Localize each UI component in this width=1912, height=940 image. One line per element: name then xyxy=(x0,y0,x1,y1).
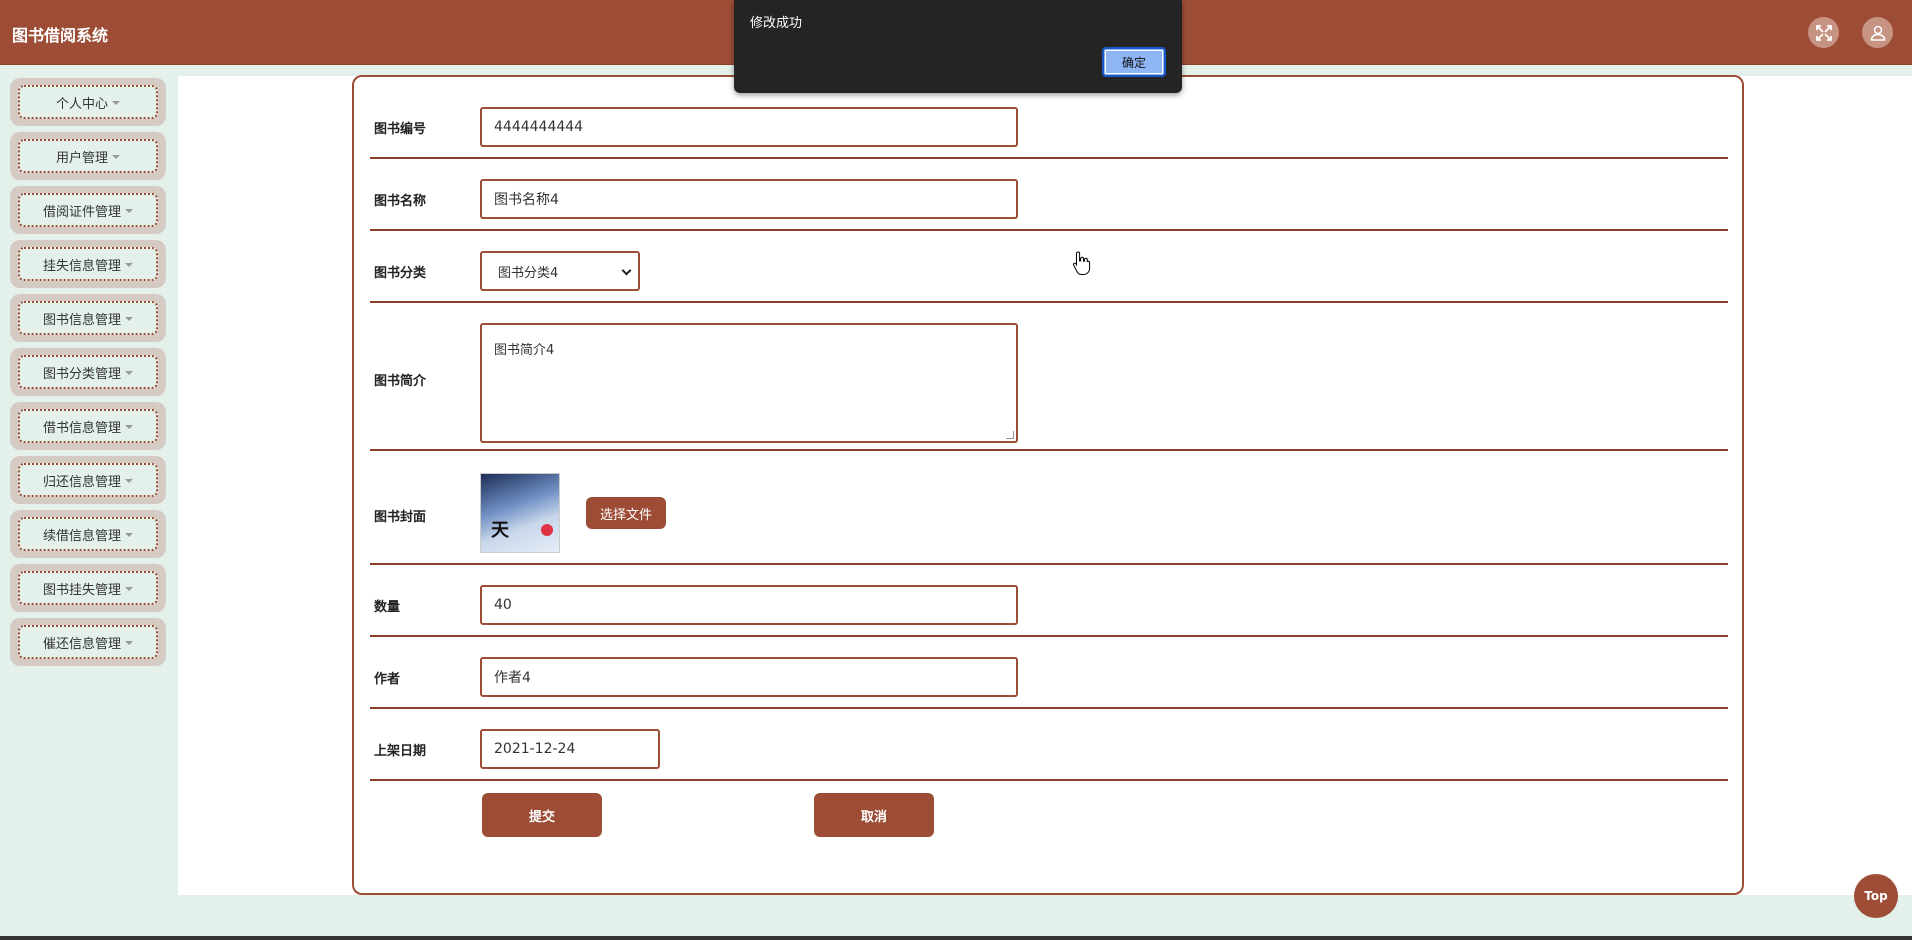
shelf-date-input[interactable]: 2021-12-24 xyxy=(480,729,660,769)
sidebar: 个人中心 用户管理 借阅证件管理 挂失信息管理 图书信息管理 图书分类管理 借书… xyxy=(0,65,175,940)
caret-down-icon xyxy=(112,154,120,159)
book-edit-form: 图书编号 4444444444 图书名称 图书名称4 图书分类 图书分类4 图书… xyxy=(352,75,1744,895)
app-title: 图书借阅系统 xyxy=(12,26,109,45)
caret-down-icon xyxy=(125,316,133,321)
sidebar-item-label: 归还信息管理 xyxy=(42,474,121,490)
form-row-quantity: 数量 40 xyxy=(370,567,1728,637)
book-category-select[interactable]: 图书分类4 xyxy=(480,251,640,291)
book-name-label: 图书名称 xyxy=(374,194,427,209)
shelf-date-value: 2021-12-24 xyxy=(494,741,576,757)
sidebar-item-borrow-info[interactable]: 借书信息管理 xyxy=(10,402,166,450)
sidebar-item-label: 催还信息管理 xyxy=(42,636,121,652)
quantity-value: 40 xyxy=(494,597,512,613)
book-number-label: 图书编号 xyxy=(374,122,427,137)
sidebar-item-label: 借书信息管理 xyxy=(42,420,121,436)
sidebar-item-book-category[interactable]: 图书分类管理 xyxy=(10,348,166,396)
book-cover-label: 图书封面 xyxy=(374,510,427,525)
submit-button[interactable]: 提交 xyxy=(482,793,602,837)
cover-title-text: 天 xyxy=(491,520,509,541)
book-number-value: 4444444444 xyxy=(494,119,584,135)
author-label: 作者 xyxy=(374,672,401,687)
form-row-book-category: 图书分类 图书分类4 xyxy=(370,233,1728,303)
cancel-button[interactable]: 取消 xyxy=(814,793,934,837)
resize-grip-icon[interactable] xyxy=(1006,431,1014,439)
author-input[interactable]: 作者4 xyxy=(480,657,1018,697)
window-bottom-edge xyxy=(0,936,1912,940)
sidebar-item-book-info[interactable]: 图书信息管理 xyxy=(10,294,166,342)
sidebar-item-reminder-info[interactable]: 催还信息管理 xyxy=(10,618,166,666)
sidebar-item-personal-center[interactable]: 个人中心 xyxy=(10,78,166,126)
sidebar-item-label: 图书分类管理 xyxy=(42,366,121,382)
book-name-value: 图书名称4 xyxy=(494,192,559,208)
sidebar-item-book-loss[interactable]: 图书挂失管理 xyxy=(10,564,166,612)
book-cover-image: 天 xyxy=(480,473,560,553)
alert-message: 修改成功 xyxy=(750,16,803,31)
fullscreen-button[interactable] xyxy=(1808,17,1839,48)
form-row-shelf-date: 上架日期 2021-12-24 xyxy=(370,711,1728,781)
choose-file-button[interactable]: 选择文件 xyxy=(586,497,666,529)
book-name-input[interactable]: 图书名称4 xyxy=(480,179,1018,219)
caret-down-icon xyxy=(125,262,133,267)
book-intro-value: 图书简介4 xyxy=(494,343,555,358)
sidebar-item-label: 图书挂失管理 xyxy=(42,582,121,598)
user-button[interactable] xyxy=(1862,17,1893,48)
book-category-label: 图书分类 xyxy=(374,266,427,281)
cover-badge xyxy=(541,524,553,536)
sidebar-item-label: 续借信息管理 xyxy=(42,528,121,544)
sidebar-item-user-management[interactable]: 用户管理 xyxy=(10,132,166,180)
sidebar-item-label: 用户管理 xyxy=(55,150,108,166)
caret-down-icon xyxy=(125,532,133,537)
caret-down-icon xyxy=(112,100,120,105)
caret-down-icon xyxy=(125,370,133,375)
fullscreen-icon xyxy=(1815,24,1832,41)
book-number-input[interactable]: 4444444444 xyxy=(480,107,1018,147)
sidebar-item-label: 借阅证件管理 xyxy=(42,204,121,220)
book-intro-textarea[interactable]: 图书简介4 xyxy=(480,323,1018,443)
quantity-label: 数量 xyxy=(374,600,401,615)
caret-down-icon xyxy=(125,478,133,483)
caret-down-icon xyxy=(125,586,133,591)
shelf-date-label: 上架日期 xyxy=(374,744,427,759)
alert-dialog: 修改成功 确定 xyxy=(734,0,1182,93)
author-value: 作者4 xyxy=(494,670,531,686)
user-icon xyxy=(1870,25,1885,41)
sidebar-item-return-info[interactable]: 归还信息管理 xyxy=(10,456,166,504)
sidebar-item-loss-report[interactable]: 挂失信息管理 xyxy=(10,240,166,288)
form-row-book-intro: 图书简介 图书简介4 xyxy=(370,305,1728,451)
alert-ok-button[interactable]: 确定 xyxy=(1102,47,1166,77)
form-row-book-name: 图书名称 图书名称4 xyxy=(370,161,1728,231)
sidebar-item-renew-info[interactable]: 续借信息管理 xyxy=(10,510,166,558)
caret-down-icon xyxy=(125,208,133,213)
chevron-down-icon xyxy=(621,265,632,276)
back-to-top-button[interactable]: Top xyxy=(1854,874,1898,918)
quantity-input[interactable]: 40 xyxy=(480,585,1018,625)
sidebar-item-label: 图书信息管理 xyxy=(42,312,121,328)
hand-cursor-icon xyxy=(1072,251,1091,275)
sidebar-item-card-management[interactable]: 借阅证件管理 xyxy=(10,186,166,234)
form-row-author: 作者 作者4 xyxy=(370,639,1728,709)
sidebar-item-label: 挂失信息管理 xyxy=(42,258,121,274)
sidebar-item-label: 个人中心 xyxy=(55,96,108,112)
form-row-book-cover: 图书封面 天 选择文件 xyxy=(370,453,1728,565)
caret-down-icon xyxy=(125,424,133,429)
caret-down-icon xyxy=(125,640,133,645)
book-intro-label: 图书简介 xyxy=(374,374,427,389)
book-category-value: 图书分类4 xyxy=(498,265,559,281)
